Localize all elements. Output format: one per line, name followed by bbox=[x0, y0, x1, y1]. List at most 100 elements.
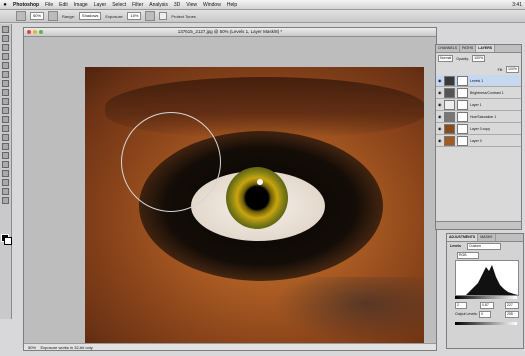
layer-thumbnail bbox=[444, 135, 455, 146]
layer-row[interactable]: ◉ Layer 0 copy bbox=[436, 123, 521, 135]
layer-row[interactable]: ◉ Hue/Saturation 1 bbox=[436, 111, 521, 123]
airbrush-icon[interactable] bbox=[145, 11, 156, 21]
options-bar: 50% Range: Shadows Exposure: 15% Protect… bbox=[0, 10, 525, 23]
exposure-label: Exposure: bbox=[105, 13, 124, 19]
status-info: Exposure works in 32-bit only bbox=[40, 345, 93, 350]
opacity-input[interactable]: 100% bbox=[472, 55, 486, 62]
tab-paths[interactable]: PATHS bbox=[460, 45, 477, 52]
layer-row[interactable]: ◉ Brightness/Contrast 1 bbox=[436, 87, 521, 99]
document-window: 137615_2127.jpg @ 50% (Levels 1, Layer M… bbox=[23, 27, 437, 351]
menu-image[interactable]: Image bbox=[71, 2, 91, 8]
tab-layers[interactable]: LAYERS bbox=[476, 45, 496, 52]
minimize-window-icon[interactable] bbox=[33, 30, 37, 34]
pen-tool-icon[interactable] bbox=[2, 143, 9, 150]
eye-visibility-icon[interactable]: ◉ bbox=[438, 138, 442, 143]
layer-row[interactable]: ◉ Layer 0 bbox=[436, 135, 521, 147]
tab-channels[interactable]: CHANNELS bbox=[436, 45, 461, 52]
menu-edit[interactable]: Edit bbox=[56, 2, 71, 8]
shape-tool-icon[interactable] bbox=[2, 170, 9, 177]
layer-thumbnail bbox=[444, 75, 455, 86]
brush-preset-icon[interactable] bbox=[48, 11, 59, 21]
adjustment-title: Levels bbox=[450, 244, 461, 248]
tab-adjustments[interactable]: ADJUSTMENTS bbox=[447, 234, 479, 241]
layer-mask-thumbnail bbox=[457, 87, 468, 98]
menu-analysis[interactable]: Analysis bbox=[146, 2, 171, 8]
range-label: Range: bbox=[62, 13, 75, 19]
output-levels-slider[interactable] bbox=[455, 322, 517, 325]
layer-name: Layer 1 bbox=[470, 102, 482, 107]
status-zoom[interactable]: 50% bbox=[28, 345, 36, 350]
menu-3d[interactable]: 3D bbox=[171, 2, 183, 8]
input-gamma[interactable]: 0.87 bbox=[480, 302, 494, 309]
layer-row[interactable]: ◉ Levels 1 bbox=[436, 75, 521, 87]
eye-visibility-icon[interactable]: ◉ bbox=[438, 126, 442, 131]
exposure-input[interactable]: 15% bbox=[127, 12, 142, 20]
type-tool-icon[interactable] bbox=[2, 152, 9, 159]
close-window-icon[interactable] bbox=[27, 30, 31, 34]
layer-thumbnail bbox=[444, 87, 455, 98]
levels-preset-select[interactable]: Custom bbox=[467, 243, 501, 250]
crop-tool-icon[interactable] bbox=[2, 62, 9, 69]
path-select-tool-icon[interactable] bbox=[2, 161, 9, 168]
layer-mask-thumbnail bbox=[457, 99, 468, 110]
brush-tool-icon[interactable] bbox=[2, 89, 9, 96]
tool-preset-icon[interactable] bbox=[16, 11, 26, 21]
layer-thumbnail bbox=[444, 99, 455, 110]
output-white[interactable]: 255 bbox=[505, 311, 519, 318]
protect-tones-checkbox[interactable] bbox=[159, 12, 168, 20]
eye-iris bbox=[226, 167, 288, 229]
background-color-swatch[interactable] bbox=[4, 237, 12, 245]
tab-masks[interactable]: MASKS bbox=[478, 234, 496, 241]
marquee-tool-icon[interactable] bbox=[2, 35, 9, 42]
zoom-tool-icon[interactable] bbox=[2, 197, 9, 204]
layer-name: Hue/Saturation 1 bbox=[470, 114, 497, 119]
eye-visibility-icon[interactable]: ◉ bbox=[438, 78, 442, 83]
zoom-window-icon[interactable] bbox=[39, 30, 43, 34]
layer-mask-thumbnail bbox=[457, 123, 468, 134]
range-select[interactable]: Shadows bbox=[78, 12, 102, 20]
burn-tool-icon[interactable] bbox=[2, 134, 9, 141]
hand-tool-icon[interactable] bbox=[2, 188, 9, 195]
zoom-field[interactable]: 50% bbox=[30, 12, 45, 20]
clone-stamp-tool-icon[interactable] bbox=[2, 98, 9, 105]
gradient-tool-icon[interactable] bbox=[2, 125, 9, 132]
protect-tones-label: Protect Tones bbox=[171, 13, 196, 19]
layer-thumbnail bbox=[444, 111, 455, 122]
layers-panel: CHANNELS PATHS LAYERS Normal Opacity: 10… bbox=[435, 44, 522, 230]
eyedropper-tool-icon[interactable] bbox=[2, 71, 9, 78]
menu-photoshop[interactable]: Photoshop bbox=[10, 2, 42, 8]
quick-select-tool-icon[interactable] bbox=[2, 53, 9, 60]
menu-window[interactable]: Window bbox=[200, 2, 224, 8]
move-tool-icon[interactable] bbox=[2, 26, 9, 33]
fill-input[interactable]: 100% bbox=[506, 66, 519, 73]
input-levels-slider[interactable] bbox=[455, 296, 517, 299]
menu-file[interactable]: File bbox=[42, 2, 56, 8]
adjustments-panel: ADJUSTMENTS MASKS Levels Custom RGB 2 0.… bbox=[446, 233, 524, 349]
menu-filter[interactable]: Filter bbox=[129, 2, 146, 8]
menu-layer[interactable]: Layer bbox=[91, 2, 110, 8]
history-brush-tool-icon[interactable] bbox=[2, 107, 9, 114]
eye-visibility-icon[interactable]: ◉ bbox=[438, 114, 442, 119]
3d-tool-icon[interactable] bbox=[2, 179, 9, 186]
eye-visibility-icon[interactable]: ◉ bbox=[438, 102, 442, 107]
apple-menu-icon[interactable]: ● bbox=[0, 2, 10, 8]
document-titlebar: 137615_2127.jpg @ 50% (Levels 1, Layer M… bbox=[24, 28, 436, 37]
image-canvas[interactable] bbox=[85, 67, 424, 343]
menu-select[interactable]: Select bbox=[109, 2, 129, 8]
eraser-tool-icon[interactable] bbox=[2, 116, 9, 123]
eye-highlight bbox=[257, 179, 263, 185]
healing-tool-icon[interactable] bbox=[2, 80, 9, 87]
levels-channel-select[interactable]: RGB bbox=[457, 252, 479, 259]
output-black[interactable]: 0 bbox=[479, 311, 491, 318]
eye-visibility-icon[interactable]: ◉ bbox=[438, 90, 442, 95]
layer-row[interactable]: ◉ Layer 1 bbox=[436, 99, 521, 111]
lasso-tool-icon[interactable] bbox=[2, 44, 9, 51]
opacity-label: Opacity: bbox=[456, 56, 470, 61]
layer-mask-thumbnail bbox=[457, 75, 468, 86]
input-black-point[interactable]: 2 bbox=[455, 302, 467, 309]
blend-mode-select[interactable]: Normal bbox=[438, 55, 454, 62]
input-white-point[interactable]: 227 bbox=[505, 302, 519, 309]
menu-help[interactable]: Help bbox=[224, 2, 240, 8]
layer-name: Levels 1 bbox=[470, 78, 484, 83]
menu-view[interactable]: View bbox=[183, 2, 200, 8]
